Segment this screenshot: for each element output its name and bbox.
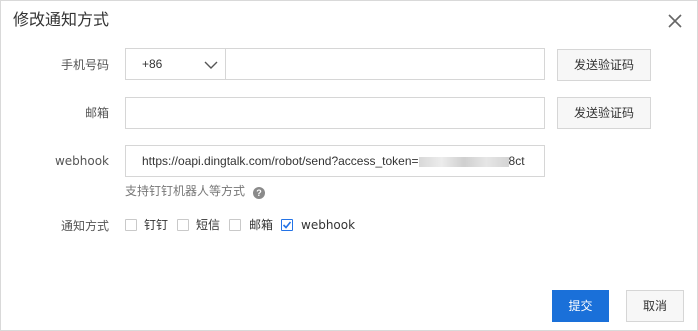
dialog-title: 修改通知方式 [13,10,110,29]
email-label: 邮箱 [84,106,109,120]
webhook-label: webhook [54,154,109,168]
checkbox-email-label[interactable]: 邮箱 [249,217,273,233]
notify-method-dialog: 修改通知方式 手机号码 +86 发送验证码 邮箱 发送验证码 webhook h… [0,0,698,331]
webhook-value-prefix: https://oapi.dingtalk.com/robot/send?acc… [142,154,419,168]
webhook-value-suffix: 8ct [508,154,525,168]
checkmark-icon [282,221,292,229]
redacted-token [418,156,509,167]
cancel-button[interactable]: 取消 [626,290,684,322]
question-icon[interactable]: ? [253,187,266,199]
send-email-code-button[interactable]: 发送验证码 [557,97,651,129]
checkbox-sms[interactable] [177,219,189,231]
chevron-down-icon [204,61,218,69]
close-icon[interactable] [665,11,685,31]
checkbox-sms-label[interactable]: 短信 [196,217,220,233]
checkbox-webhook[interactable] [281,219,293,231]
notify-method-label: 通知方式 [60,219,109,233]
phone-input[interactable] [225,48,545,80]
country-code-select[interactable]: +86 [125,48,226,80]
checkbox-email[interactable] [229,219,241,231]
country-code-value: +86 [142,57,163,71]
email-input[interactable] [125,97,545,129]
checkbox-dingtalk[interactable] [125,219,137,231]
webhook-input[interactable]: https://oapi.dingtalk.com/robot/send?acc… [125,145,545,177]
webhook-hint: 支持钉钉机器人等方式? [125,183,266,199]
checkbox-webhook-label[interactable]: webhook [301,217,355,233]
send-phone-code-button[interactable]: 发送验证码 [557,49,651,81]
phone-label: 手机号码 [60,58,109,72]
submit-button[interactable]: 提交 [552,290,609,322]
checkbox-dingtalk-label[interactable]: 钉钉 [144,217,168,233]
webhook-hint-text: 支持钉钉机器人等方式 [125,184,246,198]
